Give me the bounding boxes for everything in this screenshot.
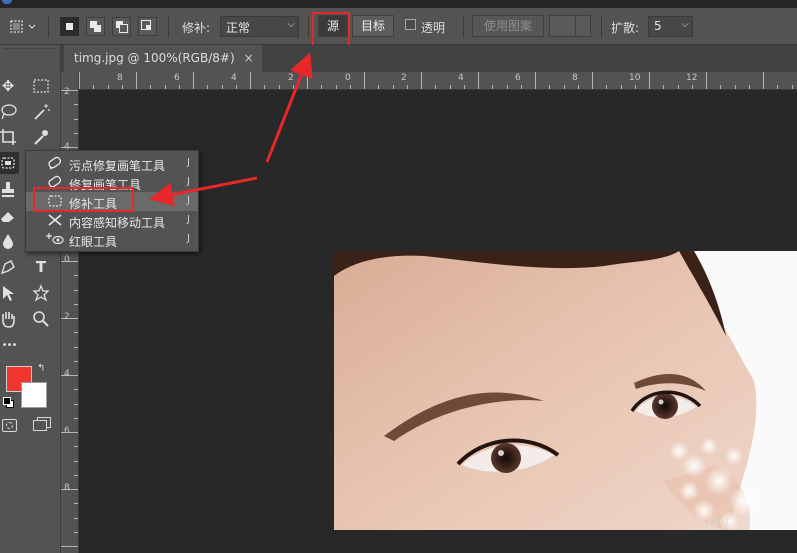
ruler-label: 0 xyxy=(64,255,70,265)
options-bar: 修补: 正常 ⌵ 源 目标 透明 使用图案 扩散: 5 ⌵ xyxy=(0,8,797,45)
flyout-item-shortcut: J xyxy=(187,176,190,187)
spot-healing-brush-icon xyxy=(46,156,64,172)
use-pattern-button[interactable]: 使用图案 xyxy=(472,15,544,37)
swap-colors-icon[interactable]: ↰ xyxy=(37,363,45,374)
default-colors-icon[interactable] xyxy=(3,397,14,408)
lasso-tool-icon[interactable] xyxy=(0,101,19,123)
ruler-label: 2 xyxy=(401,73,407,83)
clone-stamp-tool-icon[interactable] xyxy=(0,178,19,200)
ruler-label: 12 xyxy=(686,73,698,83)
crop-tool-icon[interactable] xyxy=(0,126,19,148)
flyout-item-label: 红眼工具 xyxy=(69,235,118,249)
transparent-checkbox[interactable] xyxy=(405,19,416,30)
vertical-ruler[interactable]: 2402468 xyxy=(61,72,79,553)
selection-subtract-button[interactable] xyxy=(112,17,131,36)
ruler-label: 0 xyxy=(345,73,351,83)
document-tab-bar: timg.jpg @ 100%(RGB/8#) × xyxy=(61,45,797,72)
background-color-swatch[interactable] xyxy=(21,382,47,408)
eraser-tool-icon[interactable] xyxy=(0,204,19,226)
transparent-label: 透明 xyxy=(421,21,446,35)
more-tools-icon[interactable]: ••• xyxy=(0,335,20,357)
custom-shape-tool-icon[interactable] xyxy=(30,282,52,304)
diffusion-label: 扩散: xyxy=(611,21,640,35)
blur-tool-icon[interactable] xyxy=(0,230,19,252)
ruler-label: 4 xyxy=(458,73,464,83)
type-tool-icon[interactable]: T xyxy=(30,256,52,278)
flyout-item-spot-healing-brush[interactable]: 污点修复画笔工具 J xyxy=(26,154,198,173)
selection-intersect-button[interactable] xyxy=(138,17,157,36)
flyout-item-label: 内容感知移动工具 xyxy=(69,216,166,230)
window-top-strip xyxy=(0,0,797,8)
ruler-label: 10 xyxy=(629,73,641,83)
ruler-label: 2 xyxy=(288,73,294,83)
flyout-item-label: 污点修复画笔工具 xyxy=(69,159,166,173)
app-menu-indicator xyxy=(2,0,12,4)
flyout-item-shortcut: J xyxy=(187,233,190,244)
selection-add-button[interactable] xyxy=(86,17,105,36)
ruler-label: 2 xyxy=(64,312,70,322)
pattern-picker[interactable] xyxy=(549,15,591,37)
patch-mode-select[interactable]: 正常 ⌵ xyxy=(220,16,299,37)
horizontal-ruler[interactable]: 8 6 4 2 0 2 4 6 8 10 12 xyxy=(79,72,797,90)
magic-wand-tool-icon[interactable] xyxy=(30,101,52,123)
pen-tool-icon[interactable] xyxy=(0,256,19,278)
ruler-label: 8 xyxy=(117,73,123,83)
flyout-item-shortcut: J xyxy=(187,195,190,206)
move-tool-icon[interactable]: ✥ xyxy=(0,75,19,97)
path-selection-tool-icon[interactable] xyxy=(0,282,19,304)
document-title: timg.jpg @ 100%(RGB/8#) xyxy=(74,51,235,65)
eyedropper-tool-icon[interactable] xyxy=(30,126,52,148)
document-tab[interactable]: timg.jpg @ 100%(RGB/8#) × xyxy=(64,45,262,72)
quick-mask-icon[interactable] xyxy=(2,419,17,432)
selection-new-button[interactable] xyxy=(60,17,79,36)
watermark-icon: ʝ∂ ıḷ xyxy=(707,516,730,530)
ruler-label: 6 xyxy=(64,426,70,436)
target-button[interactable]: 目标 xyxy=(352,15,394,37)
flyout-item-shortcut: J xyxy=(187,157,190,168)
tools-panel: ✥ T ••• ↰ xyxy=(0,45,61,553)
patch-mode-value: 正常 xyxy=(226,21,251,35)
flyout-item-red-eye[interactable]: 红眼工具 J xyxy=(26,230,198,249)
ruler-label: 6 xyxy=(515,73,521,83)
close-tab-icon[interactable]: × xyxy=(244,51,254,65)
ruler-label: 4 xyxy=(64,369,70,379)
patch-label: 修补: xyxy=(182,21,211,35)
diffusion-value: 5 xyxy=(654,19,662,33)
chevron-down-icon: ⌵ xyxy=(681,19,689,30)
ruler-label: 6 xyxy=(174,73,180,83)
patch-tool-highlight xyxy=(33,187,134,212)
patch-tool-icon[interactable] xyxy=(0,152,19,174)
patch-tool-preset-icon[interactable] xyxy=(7,17,37,37)
document-photo[interactable] xyxy=(334,251,797,530)
flyout-item-shortcut: J xyxy=(187,214,190,225)
flyout-item-content-aware-move[interactable]: 内容感知移动工具 J xyxy=(26,211,198,230)
screen-mode-icon[interactable] xyxy=(33,417,51,431)
ruler-label: 8 xyxy=(572,73,578,83)
chevron-down-icon: ⌵ xyxy=(287,19,295,30)
marquee-tool-icon[interactable] xyxy=(30,75,52,97)
content-aware-move-icon xyxy=(46,213,64,229)
ruler-label: 2 xyxy=(64,87,70,97)
diffusion-select[interactable]: 5 ⌵ xyxy=(648,16,693,37)
ruler-label: 8 xyxy=(64,483,70,493)
ruler-label: 4 xyxy=(231,73,237,83)
red-eye-icon xyxy=(46,232,64,248)
zoom-tool-icon[interactable] xyxy=(30,308,52,330)
hand-tool-icon[interactable] xyxy=(0,308,19,330)
